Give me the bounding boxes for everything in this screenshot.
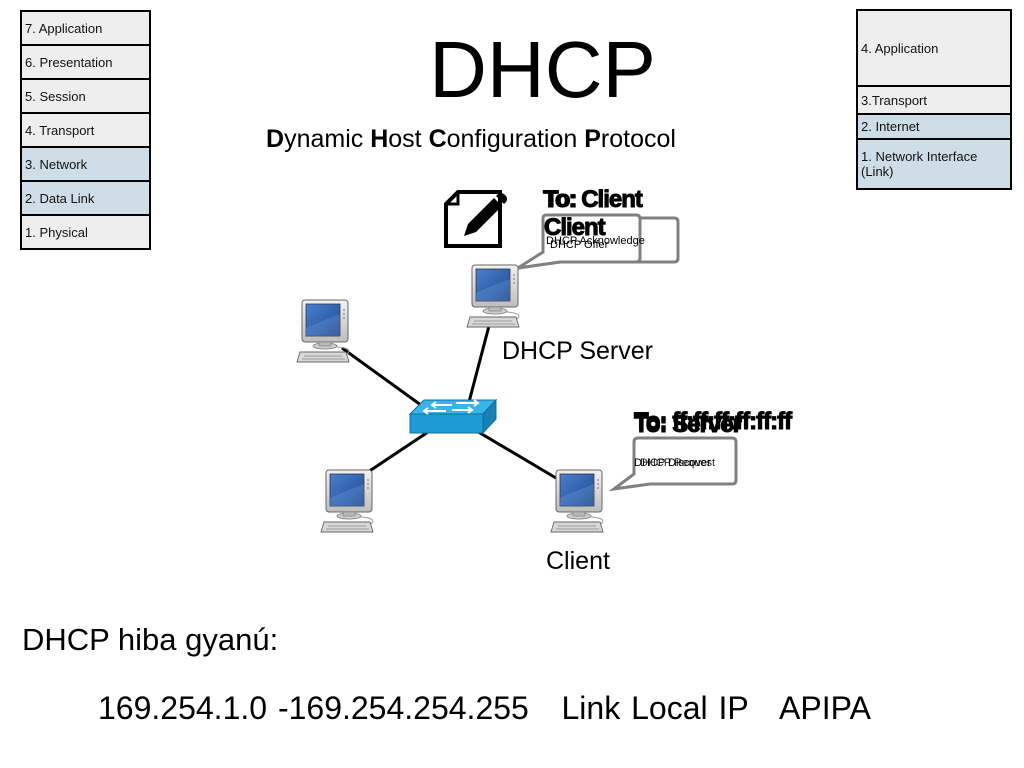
server-to-label-group: To: Client To: Client bbox=[543, 186, 644, 242]
client-label: Client bbox=[546, 547, 610, 575]
apipa-line: 169.254.1.0 -169.254.254.255 Link Local … bbox=[98, 690, 871, 727]
apipa-range: 169.254.1.0 -169.254.254.255 bbox=[98, 690, 529, 726]
server-message-offer: DHCP Offer bbox=[550, 239, 609, 251]
desktop-computer-icon-client[interactable] bbox=[550, 469, 604, 533]
cable-left-bottom bbox=[364, 430, 429, 476]
server-to-label-alt: To: Client bbox=[544, 186, 607, 242]
desktop-computer-icon-dhcp-server[interactable] bbox=[466, 264, 520, 328]
cable-client bbox=[474, 428, 557, 480]
client-to-label-group: To: ff:ff:ff:ff:ff:ff To: Server bbox=[633, 408, 792, 439]
apipa-heading: DHCP hiba gyanú: bbox=[22, 622, 279, 657]
client-message-request: DHCP Request bbox=[640, 457, 715, 469]
dhcp-server-label: DHCP Server bbox=[502, 337, 653, 365]
cable-server bbox=[467, 321, 492, 403]
apipa-label: APIPA bbox=[779, 690, 871, 726]
desktop-computer-icon-left-bottom[interactable] bbox=[320, 469, 374, 533]
desktop-computer-icon-left-top[interactable] bbox=[296, 299, 350, 363]
client-to-label-server: To: Server bbox=[634, 411, 743, 439]
edit-document-icon bbox=[444, 190, 507, 248]
cable-left-top bbox=[341, 346, 426, 410]
network-switch-icon[interactable] bbox=[408, 398, 498, 435]
link-local-label: Link Local IP bbox=[561, 690, 749, 726]
